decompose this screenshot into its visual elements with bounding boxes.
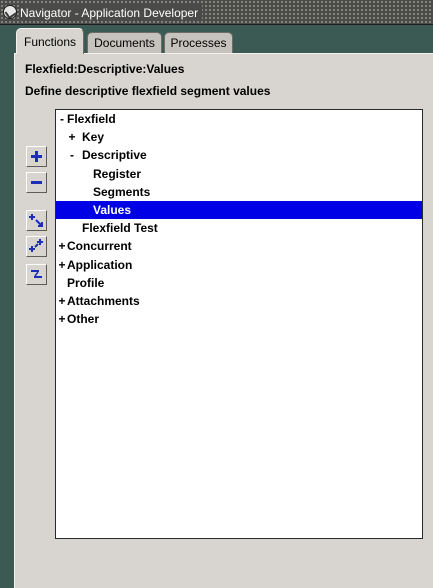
navigator-tabs: Documents Processes Functions [0,25,433,54]
tree-node-values[interactable]: Values [56,201,422,219]
tree-node-register[interactable]: Register [56,165,422,183]
collapse-all-icon [31,270,42,278]
tab-processes[interactable]: Processes [164,32,233,53]
tree-node-label: Descriptive [82,148,147,163]
tree-node-label: Flexfield Test [82,221,158,236]
tree-node-label: Attachments [67,294,140,308]
tree-node-application[interactable]: + Application [56,256,422,274]
tree-node-label: Key [82,130,105,145]
tree-node-flexfield[interactable]: - Flexfield [56,110,422,128]
tree-node-descriptive[interactable]: - Descriptive [56,146,422,164]
expand-all-icon [29,239,43,252]
expand-all-button[interactable] [26,236,47,257]
function-tree[interactable]: - Flexfield + Key - Descriptive Register Segmen… [55,109,423,539]
expand-node-icon[interactable]: + [57,292,67,310]
instruction-text: Define descriptive flexfield segment val… [25,84,271,98]
window-title-bar[interactable]: Navigator - Application Developer [0,0,433,25]
tree-node-label: Values [93,203,132,217]
expand-button[interactable] [26,146,47,167]
tree-node-other[interactable]: + Other [56,310,422,328]
window-title: Navigator - Application Developer [20,5,203,21]
expand-branch-icon [29,214,43,227]
tree-node-label: Flexfield [67,112,116,126]
functions-panel: Flexfield:Descriptive:Values Define desc… [14,53,433,588]
tab-functions[interactable]: Functions [16,28,84,54]
collapse-node-icon[interactable]: - [67,146,77,164]
expand-branch-button[interactable] [26,210,47,231]
tree-node-key[interactable]: + Key [56,128,422,146]
collapse-node-icon[interactable]: - [57,110,67,128]
tree-node-attachments[interactable]: + Attachments [56,292,422,310]
tree-node-concurrent[interactable]: + Concurrent [56,237,422,255]
expand-node-icon[interactable]: + [57,256,67,274]
expand-node-icon[interactable]: + [67,128,77,146]
collapse-minus-icon [31,181,42,184]
tree-node-label: Profile [67,275,105,290]
tree-node-label: Segments [93,184,151,199]
collapse-all-button[interactable] [26,264,47,285]
tree-node-label: Register [93,166,142,181]
collapse-button[interactable] [26,172,47,193]
oracle-app-icon[interactable] [3,5,17,19]
expand-node-icon[interactable]: + [57,310,67,328]
tree-node-label: Concurrent [67,239,132,254]
tree-node-segments[interactable]: Segments [56,183,422,201]
tree-node-label: Other [67,312,100,327]
tree-node-flexfield-test[interactable]: Flexfield Test [56,219,422,237]
path-label: Flexfield:Descriptive:Values [25,62,185,76]
tree-node-profile[interactable]: Profile [56,274,422,292]
expand-plus-icon [31,151,42,162]
expand-node-icon[interactable]: + [57,237,67,255]
tab-documents[interactable]: Documents [87,32,162,53]
tree-node-label: Application [67,257,133,272]
